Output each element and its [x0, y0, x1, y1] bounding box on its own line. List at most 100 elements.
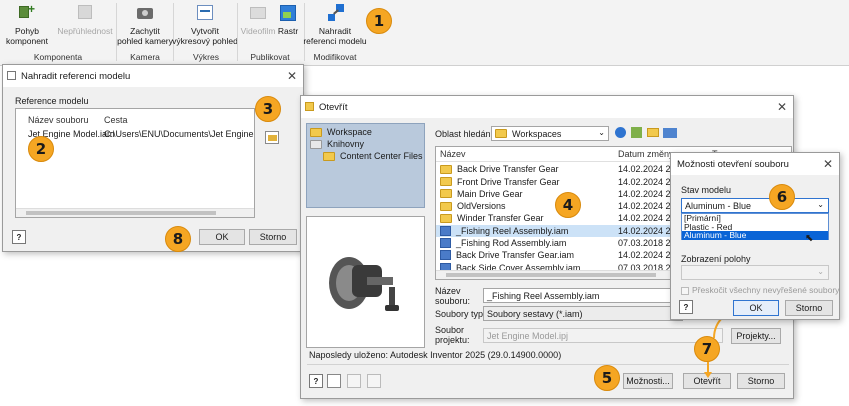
create-drawing-view-button[interactable]: Vytvořit výkresový pohled: [172, 2, 238, 46]
camera-icon: [134, 2, 156, 24]
file-name: _Fishing Reel Assembly.iam: [456, 225, 569, 236]
up-folder-icon[interactable]: [631, 127, 642, 138]
folder-icon: [440, 201, 452, 211]
raster-button[interactable]: Rastr: [276, 2, 300, 36]
opacity-button[interactable]: Nepřúhlednost: [56, 2, 114, 36]
nav-workspace[interactable]: Workspace: [310, 127, 372, 138]
options-ok-button[interactable]: OK: [733, 300, 779, 316]
filename-label: Název souboru:: [435, 286, 471, 306]
column-header-path[interactable]: Cesta: [104, 115, 128, 125]
fishing-reel-preview: [329, 257, 399, 311]
options-title-bar: Možnosti otevření souboru ✕: [671, 153, 839, 175]
open-dialog-icon: [305, 102, 314, 111]
open-dialog-title: Otevřít: [319, 101, 348, 113]
group-publikovat: Publikovat: [250, 52, 290, 62]
location-panel: Workspace Knihovny Content Center Files: [306, 123, 425, 208]
reference-row-path[interactable]: C:\Users\ENU\Documents\Jet Engine Model\…: [104, 129, 254, 139]
help-icon[interactable]: ?: [679, 300, 693, 314]
filetype-select[interactable]: Soubory sestavy (*.iam): [483, 306, 683, 321]
position-select: ⌄: [681, 265, 829, 280]
ok-button[interactable]: OK: [199, 229, 245, 245]
step-badge-1: 1: [366, 8, 392, 34]
find-icon[interactable]: [327, 374, 341, 388]
step-badge-2: 2: [28, 136, 54, 162]
assembly-file-icon: [440, 225, 451, 236]
skip-unresolved-checkbox: Přeskočit všechny nevyřešené soubory: [681, 285, 839, 295]
file-name: _Fishing Rod Assembly.iam: [456, 238, 567, 249]
nav-libraries[interactable]: Knihovny: [310, 139, 364, 150]
videofilm-button[interactable]: Videofilm: [240, 2, 276, 36]
opacity-icon: [74, 2, 96, 24]
model-state-select[interactable]: Aluminum - Blue ⌄: [681, 198, 829, 213]
group-vykres: Výkres: [193, 52, 219, 62]
chevron-down-icon: ⌄: [817, 200, 824, 209]
chevron-down-icon: ⌄: [598, 128, 605, 137]
folder-icon: [440, 164, 452, 174]
close-icon[interactable]: ✕: [777, 100, 787, 114]
open-options-dialog: Možnosti otevření souboru ✕ Stav modelu …: [670, 152, 840, 320]
step-badge-8: 8: [165, 226, 191, 252]
libraries-icon: [310, 140, 322, 150]
dialog-app-icon: [7, 71, 16, 80]
assembly-file-icon: [440, 238, 451, 249]
project-input: Jet Engine Model.ipj: [483, 328, 723, 343]
step-badge-3: 3: [255, 96, 281, 122]
replace-model-reference-label: Nahradit referenci modelu: [303, 26, 367, 46]
folder-icon: [310, 128, 322, 138]
column-header-date[interactable]: Datum změny: [618, 149, 674, 159]
mouse-cursor-icon: ⬉: [805, 233, 814, 244]
file-name: Front Drive Transfer Gear: [457, 176, 560, 187]
videofilm-icon: [247, 2, 269, 24]
options-cancel-button[interactable]: Storno: [785, 300, 833, 316]
nav-content-center[interactable]: Content Center Files: [323, 151, 423, 162]
options-button[interactable]: Možnosti...: [623, 373, 673, 389]
file-name: Main Drive Gear: [457, 188, 523, 199]
capture-camera-label: Zachytit pohled kamery: [117, 26, 173, 46]
filename-input[interactable]: _Fishing Reel Assembly.iam: [483, 288, 683, 303]
reference-list[interactable]: Název souboru Cesta Jet Engine Model.iam…: [15, 108, 255, 218]
help-icon[interactable]: ?: [12, 230, 26, 244]
step-badge-6: 6: [769, 184, 795, 210]
file-name: Winder Transfer Gear: [457, 213, 544, 224]
position-label: Zobrazení polohy: [681, 254, 751, 264]
assembly-file-icon: [440, 250, 451, 261]
group-komponenta: Komponenta: [33, 52, 83, 62]
section-label: Reference modelu: [15, 96, 89, 106]
close-icon[interactable]: ✕: [823, 157, 833, 171]
create-drawing-view-label: Vytvořit výkresový pohled: [172, 26, 238, 46]
preview-pane: [306, 216, 425, 348]
open-dialog-title-bar: Otevřít ✕: [301, 96, 793, 118]
move-component-icon: +: [16, 2, 38, 24]
raster-icon: [277, 2, 299, 24]
replace-model-reference-button[interactable]: Nahradit referenci modelu: [303, 2, 367, 46]
help-icon[interactable]: ?: [309, 374, 323, 388]
drawing-view-icon: [194, 2, 216, 24]
back-icon[interactable]: [615, 127, 626, 138]
look-in-select[interactable]: Workspaces ⌄: [491, 126, 609, 141]
move-component-button[interactable]: + Pohyb komponent: [4, 2, 50, 46]
step-badge-5: 5: [594, 365, 620, 391]
chevron-down-icon: ⌄: [817, 267, 824, 276]
ribbon: + Pohyb komponent Nepřúhlednost Zachytit…: [0, 0, 849, 66]
horizontal-scrollbar[interactable]: [16, 208, 254, 217]
videofilm-label: Videofilm: [240, 26, 276, 36]
file-name: Back Drive Transfer Gear: [457, 164, 559, 175]
folder-icon: [495, 129, 507, 138]
project-label: Soubor projektu:: [435, 325, 470, 345]
library-icon[interactable]: [367, 374, 381, 388]
column-header-name[interactable]: Název: [440, 149, 466, 159]
cancel-button[interactable]: Storno: [249, 229, 297, 245]
folder-icon: [440, 189, 452, 199]
last-saved-text: Naposledy uloženo: Autodesk Inventor 202…: [309, 350, 562, 360]
folder-open-icon: [268, 135, 277, 141]
options-title: Možnosti otevření souboru: [677, 158, 789, 170]
new-folder-icon[interactable]: [647, 128, 659, 137]
column-header-filename[interactable]: Název souboru: [28, 115, 89, 125]
vault-icon[interactable]: [347, 374, 361, 388]
dialog-title: Nahradit referenci modelu: [21, 70, 131, 82]
capture-camera-button[interactable]: Zachytit pohled kamery: [117, 2, 173, 46]
browse-button[interactable]: [265, 131, 279, 144]
close-icon[interactable]: ✕: [287, 69, 297, 83]
step-badge-4: 4: [555, 192, 581, 218]
view-menu-icon[interactable]: [663, 128, 677, 138]
